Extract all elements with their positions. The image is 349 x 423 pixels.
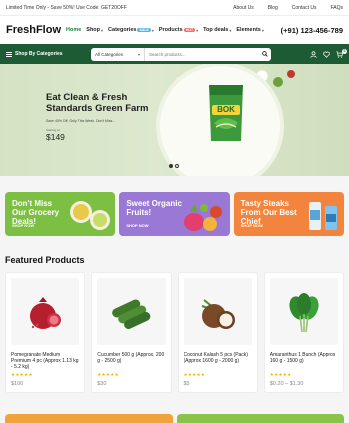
- cart-button[interactable]: 0: [336, 48, 347, 58]
- product-image[interactable]: [11, 278, 80, 345]
- product-image[interactable]: [183, 278, 252, 345]
- carousel-dot[interactable]: [175, 164, 179, 168]
- coconut-icon: [201, 298, 235, 329]
- site-logo[interactable]: FreshFlow: [6, 24, 66, 36]
- product-price: $0.20 – $1.30: [269, 381, 304, 387]
- hero-title: Eat Clean & Fresh Standards Green Farm: [46, 92, 149, 114]
- nav-label: Products: [158, 27, 183, 33]
- product-price: $5: [183, 381, 190, 387]
- hero-price: $149: [46, 132, 65, 142]
- cucumber-icon: [112, 299, 151, 329]
- main-header: FreshFlow Home Shop ▾ Categories SALE ▾ …: [0, 16, 349, 44]
- link-blog[interactable]: Blog: [268, 5, 278, 11]
- carousel-dots: [169, 164, 179, 168]
- header-icons: 0: [310, 48, 347, 58]
- featured-products-list: Pomegranate Medium Premium 4 pc (Approx …: [5, 272, 344, 393]
- menu-icon: [6, 51, 12, 57]
- carousel-dot[interactable]: [169, 164, 173, 168]
- featured-products-heading: Featured Products: [5, 255, 85, 265]
- nav-products[interactable]: Products HOT ▾: [159, 27, 198, 33]
- nav-label: Shop: [86, 27, 101, 33]
- product-price: $100: [11, 381, 24, 387]
- chevron-down-icon: ▾: [151, 27, 154, 33]
- nav-label: Home: [66, 27, 82, 33]
- nav-top-deals[interactable]: Top deals ▾: [203, 27, 231, 33]
- chevron-down-icon: ▾: [196, 27, 199, 33]
- grocery-bowls-image: [70, 201, 111, 230]
- promo-card-fruits[interactable]: Sweet Organic Fruits! SHOP NOW: [119, 192, 230, 236]
- phone-number[interactable]: (+91) 123-456-789: [281, 26, 343, 35]
- link-contact-us[interactable]: Contact Us: [292, 5, 317, 11]
- product-name[interactable]: Cucumber 500 g (Approx. 200 g - 2500 g): [97, 352, 165, 370]
- product-image[interactable]: [97, 278, 166, 345]
- chevron-down-icon: ▾: [229, 27, 232, 33]
- promo-card-steaks[interactable]: Tasty Steaks From Our Best Chief SHOP NO…: [233, 192, 344, 236]
- product-name[interactable]: Pomegranate Medium Premium 4 pc (Approx …: [11, 352, 79, 370]
- nav-home[interactable]: Home: [66, 27, 81, 33]
- rating-stars: ★★★★★: [97, 372, 119, 377]
- nav-elements[interactable]: Elements ▾: [236, 27, 263, 33]
- shop-now-link[interactable]: SHOP NOW: [12, 223, 34, 228]
- bottom-banner: [5, 414, 173, 423]
- shop-now-link[interactable]: SHOP NOW: [241, 223, 263, 228]
- link-faqs[interactable]: FAQs: [330, 5, 343, 11]
- category-bar: Shop By Categories All Categories ▾ 0: [0, 44, 349, 64]
- heart-icon[interactable]: [323, 51, 330, 58]
- product-image[interactable]: [269, 278, 338, 345]
- nav-categories[interactable]: Categories SALE ▾: [108, 27, 154, 33]
- chevron-down-icon: ▾: [101, 27, 104, 33]
- product-card[interactable]: Pomegranate Medium Premium 4 pc (Approx …: [5, 272, 86, 393]
- shop-by-label: Shop By Categories: [15, 51, 63, 57]
- nav-label: Top deals: [203, 27, 229, 33]
- nav-label: Elements: [236, 27, 261, 33]
- hero-banner: BOK Eat Clean & Fresh Standards Green Fa…: [0, 64, 349, 176]
- promo-title: Sweet Organic Fruits!: [126, 199, 182, 217]
- nav-label: Categories: [108, 27, 137, 33]
- bottom-banner: [176, 414, 344, 423]
- product-card[interactable]: Coconut Kalash 5 pcs (Pack) (Approx 1600…: [177, 272, 258, 393]
- cart-count: 0: [342, 48, 347, 54]
- rating-stars: ★★★★★: [269, 372, 292, 377]
- hot-badge: HOT: [183, 28, 196, 32]
- category-select-value: All Categories: [95, 51, 124, 57]
- product-card[interactable]: Amaranthus 1 Bunch (Approx 160 g - 1500 …: [263, 272, 344, 393]
- rating-stars: ★★★★★: [11, 372, 33, 377]
- link-about-us[interactable]: About Us: [233, 5, 254, 11]
- promo-title: Tasty Steaks From Our Best Chief: [240, 199, 297, 226]
- bag-label: BOK: [217, 105, 235, 114]
- nav-shop[interactable]: Shop ▾: [86, 27, 103, 33]
- pomegranate-icon: [30, 296, 62, 329]
- search-icon: [262, 51, 268, 57]
- chevron-down-icon: ▾: [137, 51, 140, 57]
- shop-now-link[interactable]: SHOP NOW: [126, 223, 148, 228]
- promo-banners: Don't Miss Our Grocery Deals! SHOP NOW S…: [5, 192, 344, 236]
- hero-subtitle: Save 40% Off. Only This Week. Don't Miss…: [46, 119, 116, 123]
- product-name[interactable]: Amaranthus 1 Bunch (Approx 160 g - 1500 …: [270, 352, 338, 370]
- sale-badge: SALE: [137, 28, 151, 32]
- promo-text: Limited Time Only - Save 50%! Use Code: …: [6, 4, 127, 11]
- promo-card-grocery[interactable]: Don't Miss Our Grocery Deals! SHOP NOW: [5, 192, 116, 236]
- product-card[interactable]: Cucumber 500 g (Approx. 200 g - 2500 g) …: [91, 272, 172, 393]
- rating-stars: ★★★★★: [183, 372, 206, 377]
- search-input[interactable]: [145, 51, 259, 57]
- category-select[interactable]: All Categories ▾: [91, 47, 145, 61]
- search-button[interactable]: [259, 51, 271, 57]
- amaranthus-icon: [289, 292, 319, 332]
- shop-by-categories-button[interactable]: Shop By Categories: [6, 51, 86, 57]
- search-box: All Categories ▾: [91, 47, 271, 61]
- top-bar: Limited Time Only - Save 50%! Use Code: …: [0, 0, 349, 16]
- product-price: $30: [97, 381, 107, 387]
- product-name[interactable]: Coconut Kalash 5 pcs (Pack) (Approx 1600…: [184, 352, 252, 370]
- promo-title: Don't Miss Our Grocery Deals!: [12, 199, 60, 226]
- user-icon[interactable]: [310, 50, 317, 58]
- next-section-banners: [5, 414, 344, 423]
- chevron-down-icon: ▾: [261, 27, 264, 33]
- drinks-image: [308, 202, 337, 230]
- fruits-image: [183, 204, 222, 231]
- main-nav: Home Shop ▾ Categories SALE ▾ Products H…: [66, 27, 277, 33]
- top-links: About Us Blog Contact Us FAQs: [233, 5, 343, 11]
